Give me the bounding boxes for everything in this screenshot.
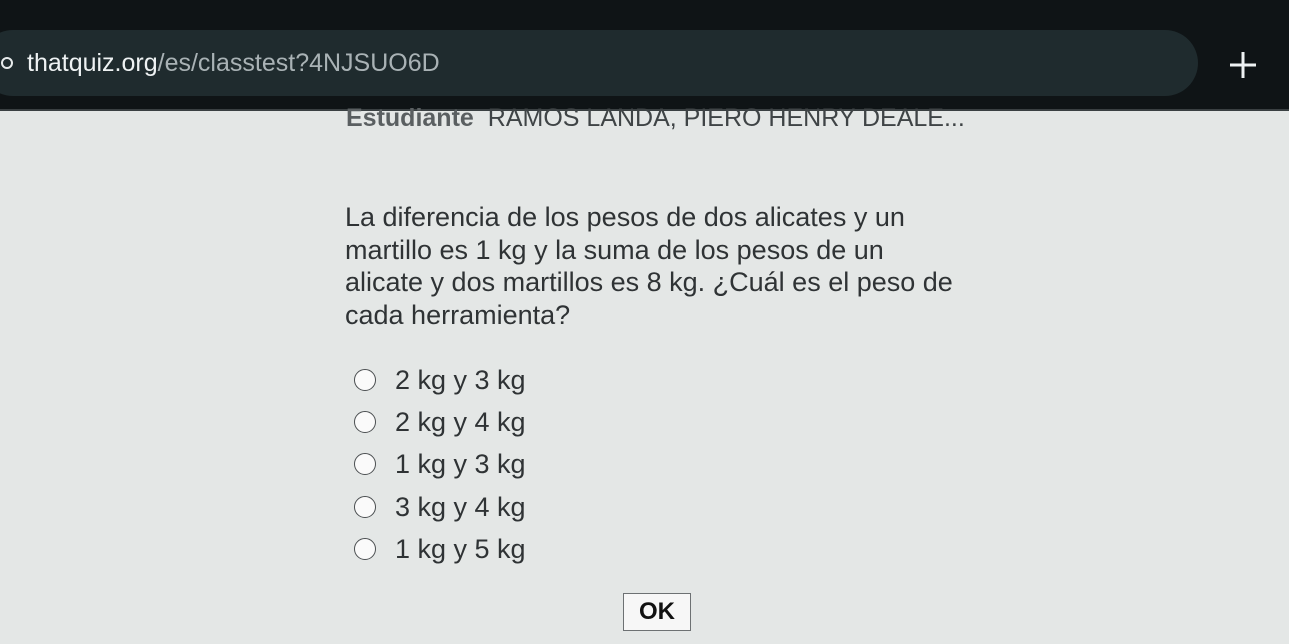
url-path: /es/classtest?4NJSUO6D xyxy=(157,49,440,77)
option-label[interactable]: 1 kg y 3 kg xyxy=(395,446,526,482)
radio-button[interactable] xyxy=(354,369,376,391)
option-label[interactable]: 2 kg y 3 kg xyxy=(395,362,526,398)
url-text[interactable]: thatquiz.org/es/classtest?4NJSUO6D xyxy=(27,47,440,79)
browser-toolbar: thatquiz.org/es/classtest?4NJSUO6D xyxy=(0,0,1289,111)
tune-icon[interactable] xyxy=(0,56,14,70)
radio-button[interactable] xyxy=(354,411,376,434)
radio-button[interactable] xyxy=(354,453,376,476)
option-label[interactable]: 2 kg y 4 kg xyxy=(395,404,526,440)
student-info: Estudiante RAMOS LANDA, PIERO HENRY DEALE… xyxy=(346,100,965,136)
radio-button[interactable] xyxy=(354,495,376,518)
plus-icon[interactable] xyxy=(1224,46,1262,84)
url-domain: thatquiz.org xyxy=(27,49,158,77)
student-name: RAMOS LANDA, PIERO HENRY DEALE... xyxy=(487,104,965,132)
radio-button[interactable] xyxy=(354,537,376,560)
question-text: La diferencia de los pesos de dos alicat… xyxy=(345,202,953,330)
ok-button[interactable]: OK xyxy=(623,593,691,631)
student-label: Estudiante xyxy=(346,104,474,132)
option-label[interactable]: 1 kg y 5 kg xyxy=(395,531,526,567)
option-label[interactable]: 3 kg y 4 kg xyxy=(395,489,526,525)
